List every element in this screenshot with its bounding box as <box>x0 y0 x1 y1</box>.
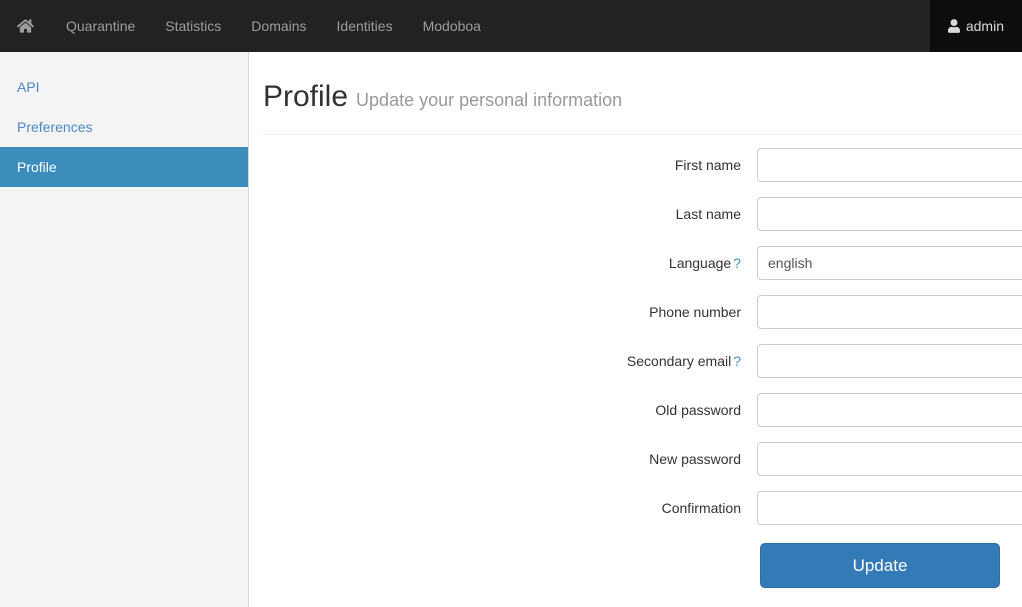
label-confirmation: Confirmation <box>249 491 757 525</box>
secondary-email-input[interactable] <box>757 344 1022 378</box>
navbar-left-links: Quarantine Statistics Domains Identities… <box>0 0 496 52</box>
last-name-input[interactable] <box>757 197 1022 231</box>
new-password-input[interactable] <box>757 442 1022 476</box>
user-menu-button[interactable]: admin <box>930 0 1022 52</box>
page-layout: API Preferences Profile Profile Update yo… <box>0 52 1022 607</box>
label-last-name: Last name <box>249 197 757 231</box>
nav-item-modoboa[interactable]: Modoboa <box>408 0 496 52</box>
form-row-last-name: Last name <box>249 197 1022 231</box>
sidebar-item-preferences[interactable]: Preferences <box>0 107 248 147</box>
form-row-first-name: First name <box>249 148 1022 182</box>
main-content: ProfileUpdate your personal information … <box>249 52 1022 607</box>
phone-number-input[interactable] <box>757 295 1022 329</box>
label-secondary-email: Secondary email? <box>249 344 757 378</box>
page-subtitle: Update your personal information <box>356 90 622 110</box>
label-first-name: First name <box>249 148 757 182</box>
form-row-language: Language? english <box>249 246 1022 280</box>
page-title: Profile <box>263 80 348 113</box>
label-new-password: New password <box>249 442 757 476</box>
nav-item-identities[interactable]: Identities <box>322 0 408 52</box>
page-header: Profile Update your personal information <box>249 52 1022 135</box>
confirmation-input[interactable] <box>757 491 1022 525</box>
label-old-password: Old password <box>249 393 757 427</box>
nav-item-statistics[interactable]: Statistics <box>150 0 236 52</box>
top-navbar: Quarantine Statistics Domains Identities… <box>0 0 1022 52</box>
label-language: Language? <box>249 246 757 280</box>
first-name-input[interactable] <box>757 148 1022 182</box>
form-row-old-password: Old password <box>249 393 1022 427</box>
form-row-phone-number: Phone number <box>249 295 1022 329</box>
update-button[interactable]: Update <box>760 543 1000 588</box>
form-actions: Update <box>249 543 1022 588</box>
navbar-right: admin <box>930 0 1022 52</box>
user-menu-label: admin <box>966 18 1004 34</box>
profile-form: First name Last name Language? english P… <box>249 135 1022 588</box>
language-select-wrapper: english <box>757 246 1022 280</box>
nav-item-quarantine[interactable]: Quarantine <box>51 0 150 52</box>
label-phone-number: Phone number <box>249 295 757 329</box>
old-password-input[interactable] <box>757 393 1022 427</box>
form-row-secondary-email: Secondary email? <box>249 344 1022 378</box>
sidebar: API Preferences Profile <box>0 52 249 607</box>
actions-spacer <box>249 543 760 588</box>
sidebar-item-profile[interactable]: Profile <box>0 147 248 187</box>
secondary-email-help-icon[interactable]: ? <box>733 353 741 369</box>
nav-item-domains[interactable]: Domains <box>236 0 321 52</box>
nav-home-link[interactable] <box>0 0 51 52</box>
form-row-new-password: New password <box>249 442 1022 476</box>
home-icon <box>17 18 34 34</box>
language-help-icon[interactable]: ? <box>733 255 741 271</box>
language-select[interactable]: english <box>757 246 1022 280</box>
user-icon <box>948 19 960 33</box>
form-row-confirmation: Confirmation <box>249 491 1022 525</box>
sidebar-item-api[interactable]: API <box>0 67 248 107</box>
